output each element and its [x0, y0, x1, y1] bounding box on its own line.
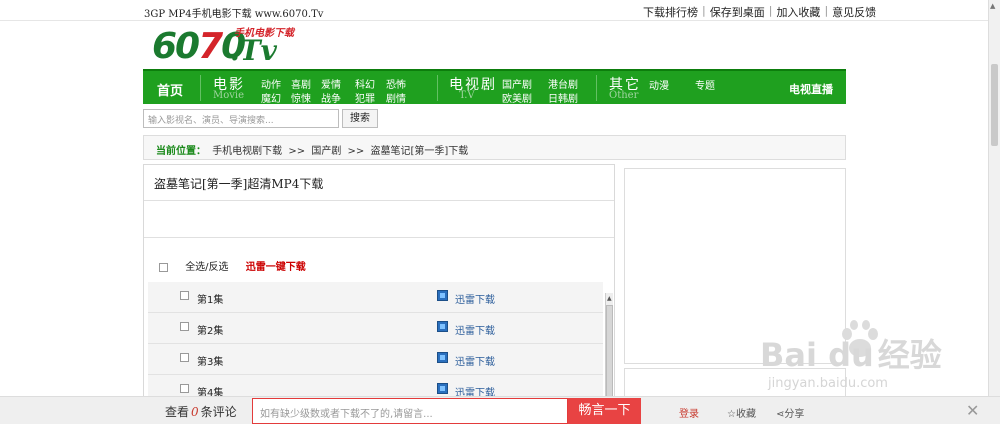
thunder-download-link[interactable]: 迅雷下载 [455, 353, 495, 368]
nav-divider [200, 75, 201, 101]
breadcrumb-item-domestic[interactable]: 国产剧 [311, 146, 341, 157]
main-nav: 首页 电影 Movie 动作 喜剧 爱情 科幻 恐怖 魔幻 惊悚 战争 犯罪 剧… [143, 69, 846, 105]
top-link-feedback[interactable]: 意见反馈 [832, 4, 876, 20]
page: 3GP MP4手机电影下载 www.6070.Tv 下载排行榜 | 保存到桌面 … [0, 0, 1000, 424]
breadcrumb-separator: >> [288, 146, 306, 157]
episode-list-scrollbar[interactable]: ▲ [605, 293, 613, 404]
episode-row: 第2集 迅雷下载 [148, 313, 603, 344]
nav-tv-live[interactable]: 电视直播 [789, 81, 833, 97]
nav-tv-jp-kr[interactable]: 日韩剧 [548, 90, 578, 105]
nav-other-anime[interactable]: 动漫 [649, 77, 669, 92]
nav-movie-scifi[interactable]: 科幻 [355, 76, 375, 91]
nav-home[interactable]: 首页 [157, 80, 183, 99]
nav-divider [437, 75, 438, 101]
select-all-row: 全选/反选 迅雷一键下载 [159, 258, 306, 273]
nav-tv-hk-tw[interactable]: 港台剧 [548, 76, 578, 91]
nav-tv-en: T.V [459, 90, 475, 101]
top-link-save-desktop[interactable]: 保存到桌面 [710, 4, 765, 20]
nav-movie-fantasy[interactable]: 魔幻 [261, 90, 281, 105]
view-comments-link[interactable]: 查看 0 条评论 [165, 403, 237, 420]
baidu-watermark: Bai du 经验 [760, 336, 942, 374]
top-link-add-favorite[interactable]: 加入收藏 [776, 4, 820, 20]
episode-row: 第3集 迅雷下载 [148, 344, 603, 375]
scroll-up-icon[interactable]: ▲ [607, 295, 612, 302]
thunder-download-icon[interactable] [437, 383, 448, 394]
search-input[interactable]: 输入影视名、演员、导演搜索... [143, 109, 339, 128]
top-bar: 3GP MP4手机电影下载 www.6070.Tv 下载排行榜 | 保存到桌面 … [0, 0, 988, 21]
thunder-download-link[interactable]: 迅雷下载 [455, 322, 495, 337]
nav-tv-domestic[interactable]: 国产剧 [502, 76, 532, 91]
episode-checkbox[interactable] [180, 291, 189, 300]
nav-movie-en: Movie [213, 90, 245, 101]
nav-movie-action[interactable]: 动作 [261, 76, 281, 91]
nav-movie-crime[interactable]: 犯罪 [355, 90, 375, 105]
login-link[interactable]: 登录 [679, 405, 699, 420]
thunder-download-link[interactable]: 迅雷下载 [455, 291, 495, 306]
nav-movie-drama[interactable]: 剧情 [386, 90, 406, 105]
nav-tv-western[interactable]: 欧美剧 [502, 90, 532, 105]
nav-movie-horror[interactable]: 恐怖 [386, 76, 406, 91]
episode-name: 第3集 [197, 357, 224, 368]
comment-input[interactable]: 如有缺少级数或者下载不了的,请留言... [252, 398, 568, 424]
scroll-up-icon[interactable]: ▲ [990, 2, 995, 10]
blank-area [144, 202, 614, 238]
nav-divider [596, 75, 597, 101]
close-icon[interactable]: ✕ [966, 401, 979, 420]
separator: | [768, 4, 773, 17]
separator: | [824, 4, 829, 17]
nav-movie-thriller[interactable]: 惊悚 [291, 90, 311, 105]
favorite-button[interactable]: ☆收藏 [727, 405, 756, 420]
comment-count: 0 [191, 405, 199, 419]
site-tagline: 3GP MP4手机电影下载 www.6070.Tv [144, 9, 324, 20]
top-link-download-rank[interactable]: 下载排行榜 [643, 4, 698, 20]
episode-name: 第2集 [197, 326, 224, 337]
logo-slogan: 手机电影下载 [234, 28, 294, 39]
comment-bar: 查看 0 条评论 如有缺少级数或者下载不了的,请留言... 畅言一下 登录 ☆收藏 … [0, 396, 1000, 424]
thunder-one-click-button[interactable]: 迅雷一键下载 [246, 262, 306, 273]
search-button[interactable]: 搜索 [342, 109, 378, 128]
episode-checkbox[interactable] [180, 353, 189, 362]
episode-list: 第1集 迅雷下载 第2集 迅雷下载 第3集 迅雷下载 第4集 迅雷下载 [148, 282, 603, 406]
thunder-download-icon[interactable] [437, 290, 448, 301]
thunder-download-icon[interactable] [437, 321, 448, 332]
select-all-checkbox[interactable] [159, 262, 168, 272]
episode-checkbox[interactable] [180, 384, 189, 393]
nav-other-topics[interactable]: 专题 [695, 77, 715, 92]
share-button[interactable]: ⋖分享 [776, 405, 804, 420]
nav-movie-comedy[interactable]: 喜剧 [291, 76, 311, 91]
breadcrumb-separator: >> [347, 146, 365, 157]
breadcrumb-label: 当前位置： [156, 146, 206, 157]
nav-other-en: Other [609, 90, 639, 101]
top-links: 下载排行榜 | 保存到桌面 | 加入收藏 | 意见反馈 [643, 4, 876, 20]
baidu-watermark-url: jingyan.baidu.com [768, 376, 888, 391]
episode-name: 第1集 [197, 295, 224, 306]
scrollbar-thumb[interactable] [606, 305, 613, 403]
comment-submit-button[interactable]: 畅言一下 [568, 398, 641, 424]
nav-movie-romance[interactable]: 爱情 [321, 76, 341, 91]
site-logo[interactable]: 6070 .Tv 手机电影下载 [152, 24, 312, 68]
download-panel: 盗墓笔记[第一季]超清MP4下载 全选/反选 迅雷一键下载 第1集 迅雷下载 第… [143, 164, 615, 406]
episode-row: 第1集 迅雷下载 [148, 282, 603, 313]
thunder-download-icon[interactable] [437, 352, 448, 363]
page-scrollbar-thumb[interactable] [991, 64, 998, 146]
select-all-label[interactable]: 全选/反选 [185, 262, 228, 273]
separator: | [702, 4, 706, 17]
nav-movie-war[interactable]: 战争 [321, 90, 341, 105]
page-scrollbar[interactable]: ▲ [988, 0, 1000, 424]
breadcrumb-item-current: 盗墓笔记[第一季]下载 [370, 146, 469, 157]
breadcrumb-item-tv-download[interactable]: 手机电视剧下载 [212, 146, 282, 157]
breadcrumb: 当前位置： 手机电视剧下载 >> 国产剧 >> 盗墓笔记[第一季]下载 [143, 135, 846, 160]
page-title: 盗墓笔记[第一季]超清MP4下载 [144, 165, 614, 201]
episode-checkbox[interactable] [180, 322, 189, 331]
